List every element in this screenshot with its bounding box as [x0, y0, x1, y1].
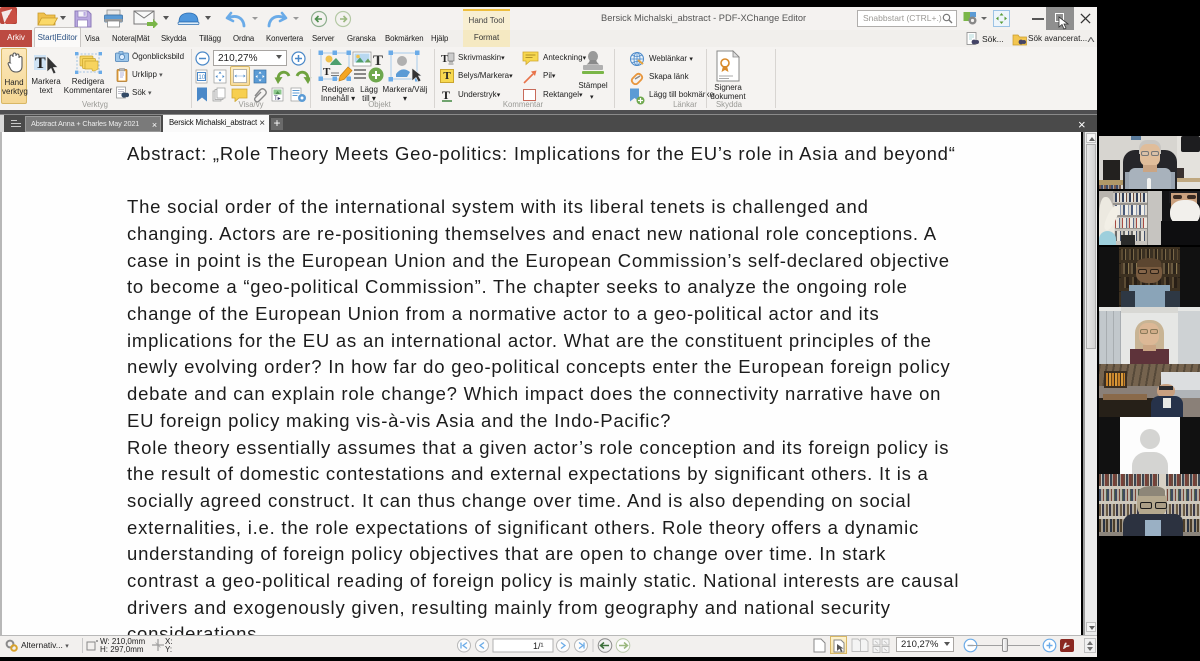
- svg-text:10: 10: [198, 74, 206, 81]
- svg-text:T: T: [35, 55, 46, 72]
- svg-text:1/¹: 1/¹: [533, 641, 544, 651]
- svg-text:T: T: [323, 66, 331, 78]
- svg-text:T: T: [373, 53, 383, 69]
